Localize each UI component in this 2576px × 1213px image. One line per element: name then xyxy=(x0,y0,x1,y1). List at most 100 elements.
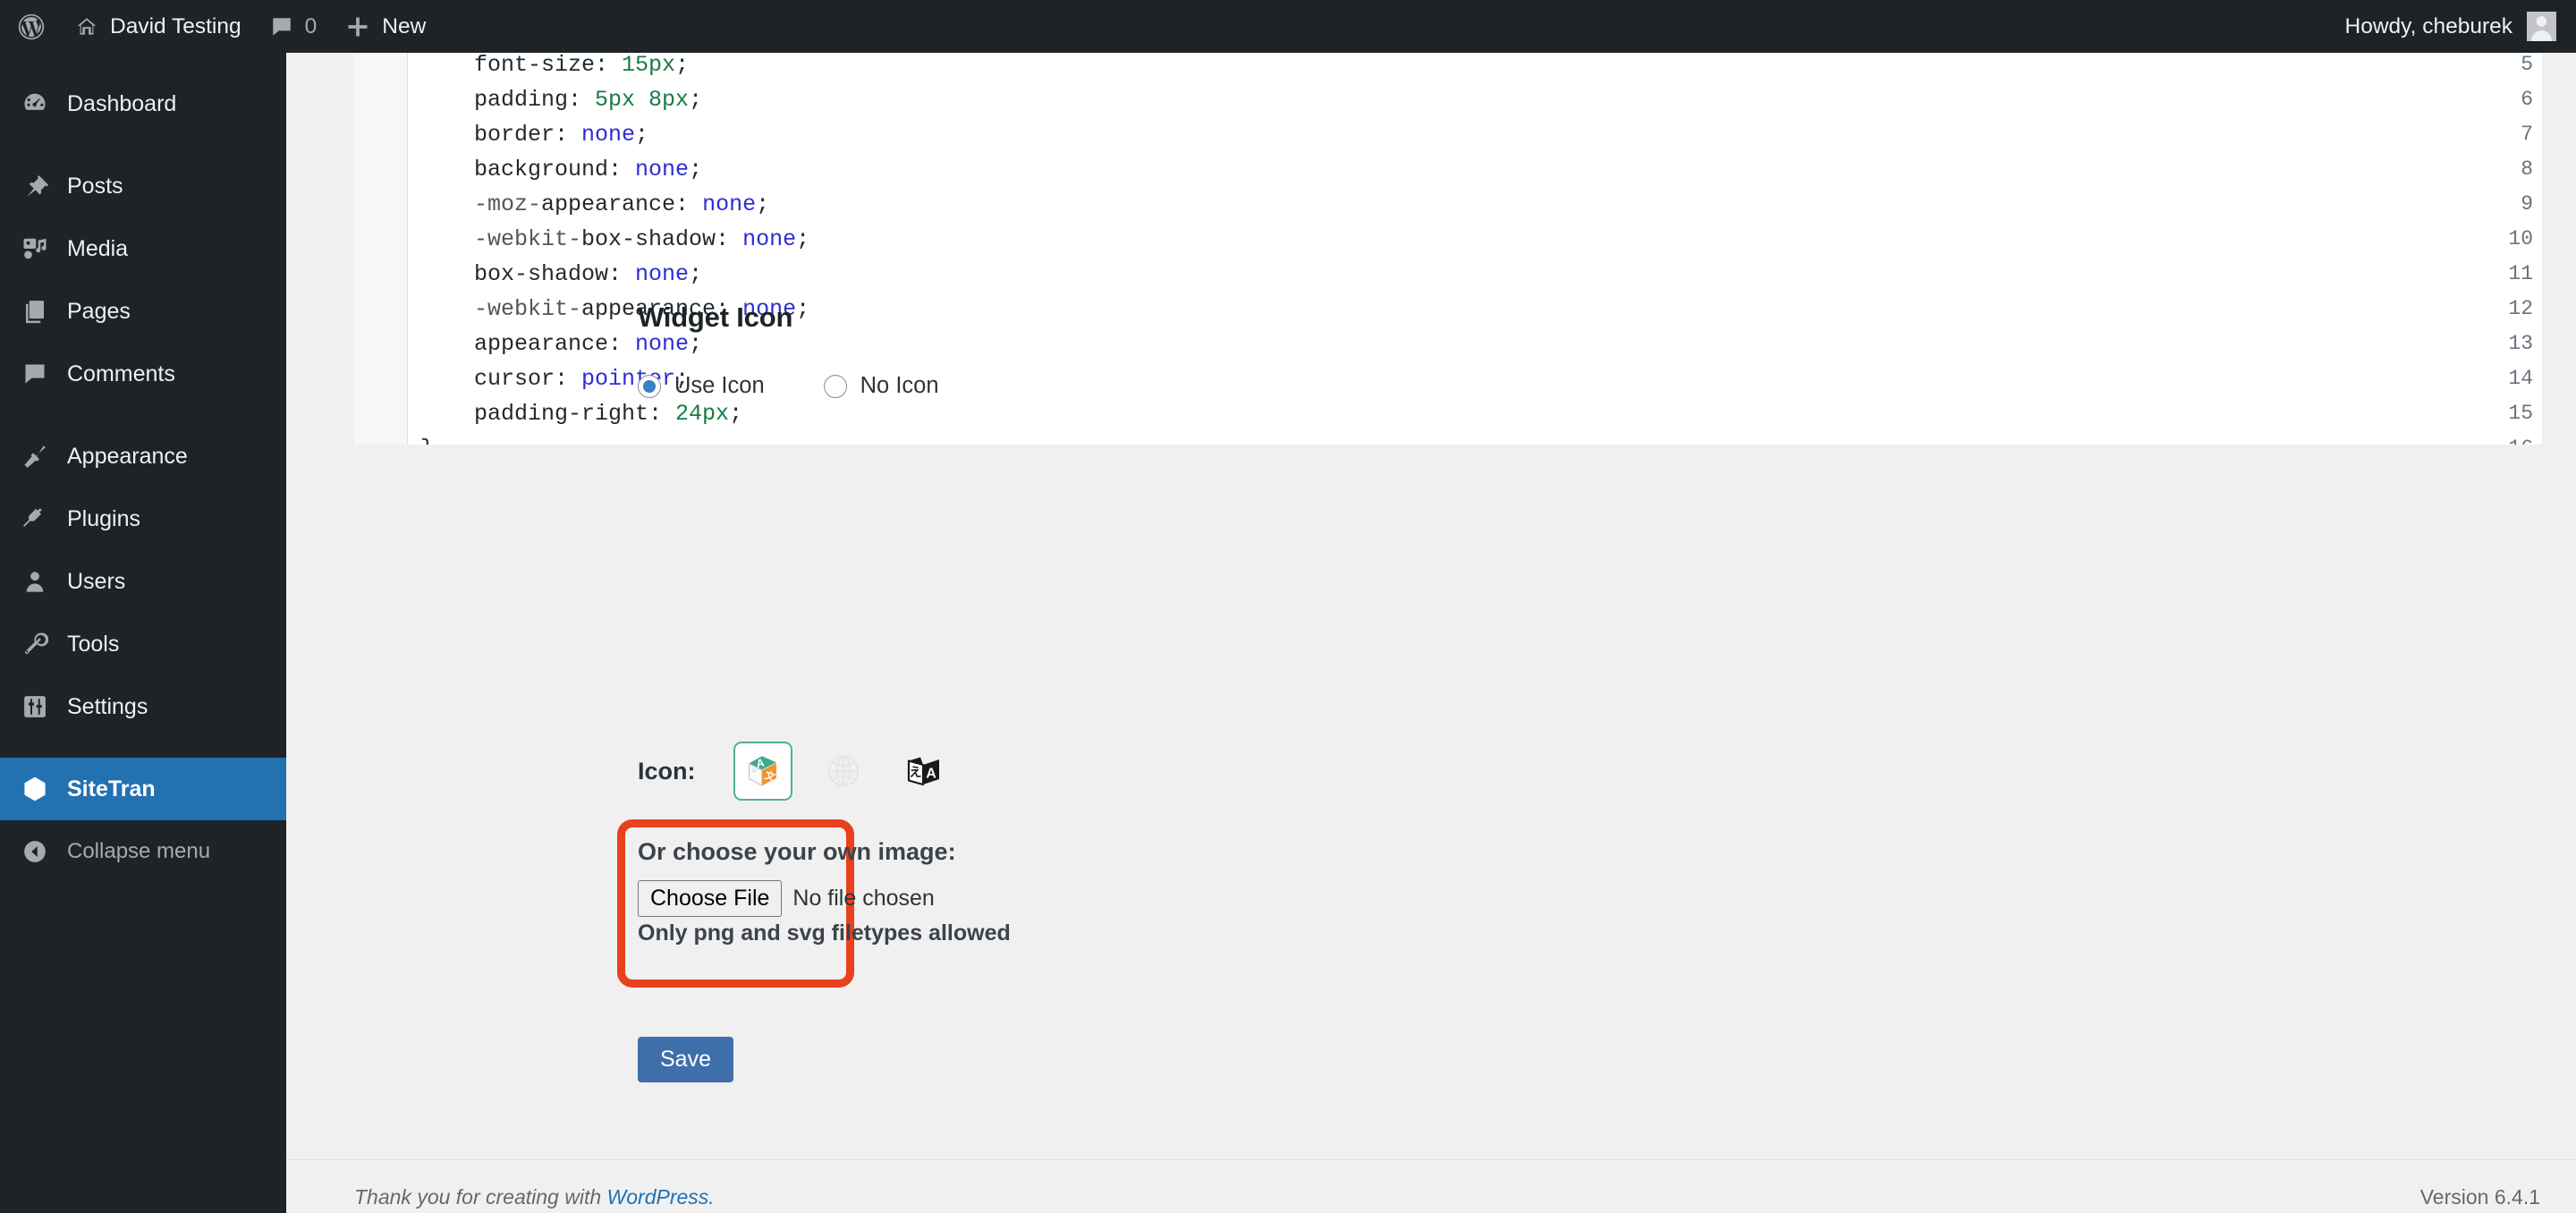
paintbrush-icon xyxy=(18,440,51,473)
new-label: New xyxy=(382,13,427,38)
editor-code-line: background: none; xyxy=(420,157,703,182)
site-name-menu[interactable]: David Testing xyxy=(61,0,256,53)
radio-no-icon[interactable]: No Icon xyxy=(823,373,939,399)
sidebar-item-plugins[interactable]: Plugins xyxy=(0,488,286,550)
sidebar-item-label: Settings xyxy=(67,693,148,719)
sidebar-item-tools[interactable]: Tools xyxy=(0,613,286,675)
icon-option-globe[interactable] xyxy=(814,742,873,801)
sidebar-item-users[interactable]: Users xyxy=(0,550,286,613)
collapse-arrow-left-icon xyxy=(18,836,51,869)
main-content: 5 6 7 8 9 10 11 12 13 14 15 16 font-size: 15px; pad… xyxy=(286,53,2576,1213)
user-icon xyxy=(18,565,51,598)
editor-code-line: -webkit-box-shadow: none; xyxy=(420,226,810,252)
sidebar-item-appearance[interactable]: Appearance xyxy=(0,425,286,488)
comments-count: 0 xyxy=(304,13,318,38)
editor-line-number: 10 xyxy=(2508,227,2533,250)
footer-thanks-suffix: . xyxy=(708,1185,715,1209)
sidebar-item-label: Media xyxy=(67,235,129,261)
translate-card-icon: え A xyxy=(907,757,939,786)
media-photo-music-icon xyxy=(18,233,51,266)
footer-version: Version 6.4.1 xyxy=(2419,1185,2540,1209)
sidebar-item-pages[interactable]: Pages xyxy=(0,280,286,343)
editor-code-line: -moz-appearance: none; xyxy=(420,191,770,217)
collapse-menu-label: Collapse menu xyxy=(67,839,211,863)
svg-text:A: A xyxy=(926,767,936,782)
account-menu[interactable]: Howdy, cheburek xyxy=(2345,0,2576,53)
howdy-label: Howdy, cheburek xyxy=(2344,13,2512,38)
plug-icon xyxy=(18,503,51,536)
icon-option-translate-cube[interactable]: A 文 xyxy=(733,742,792,801)
file-upload-row: Choose File No file chosen xyxy=(638,880,935,917)
admin-footer: Thank you for creating with WordPress. V… xyxy=(286,1159,2576,1213)
hexagon-icon xyxy=(18,773,51,806)
widget-icon-heading: Widget Icon xyxy=(638,301,793,333)
editor-line-number: 6 xyxy=(2521,88,2533,111)
editor-line-number: 8 xyxy=(2521,157,2533,181)
icon-option-translate-card[interactable]: え A xyxy=(894,742,953,801)
home-icon xyxy=(75,15,98,38)
widget-icon-radio-group: Use Icon No Icon xyxy=(638,373,939,399)
sidebar-item-sitetran[interactable]: SiteTran xyxy=(0,758,301,820)
radio-no-icon-label: No Icon xyxy=(860,373,939,398)
editor-code-line: border: none; xyxy=(420,122,649,148)
upload-section-title: Or choose your own image: xyxy=(638,838,956,865)
sidebar-item-media[interactable]: Media xyxy=(0,217,286,280)
plus-icon xyxy=(345,14,370,39)
footer-thanks-text: Thank you for creating with WordPress. xyxy=(354,1185,715,1209)
editor-line-number: 12 xyxy=(2508,297,2533,320)
sidebar-item-label: Comments xyxy=(67,361,175,386)
editor-line-number: 11 xyxy=(2508,262,2533,285)
sidebar-item-settings[interactable]: Settings xyxy=(0,675,286,738)
editor-line-number: 13 xyxy=(2508,332,2533,355)
sidebar-item-label: Plugins xyxy=(67,505,140,531)
radio-use-icon-label: Use Icon xyxy=(674,373,765,398)
editor-line-number: 15 xyxy=(2508,402,2533,425)
editor-code-line: box-shadow: none; xyxy=(420,261,703,287)
radio-use-icon[interactable]: Use Icon xyxy=(638,373,765,399)
filetypes-note: Only png and svg filetypes allowed xyxy=(638,920,1011,946)
sidebar-item-posts[interactable]: Posts xyxy=(0,155,286,217)
sidebar-item-comments[interactable]: Comments xyxy=(0,343,286,405)
avatar xyxy=(2527,12,2556,41)
editor-line-number: 5 xyxy=(2521,53,2533,76)
sidebar-item-label: Tools xyxy=(67,631,120,657)
editor-line-number: 7 xyxy=(2521,123,2533,146)
sliders-settings-icon xyxy=(18,691,51,724)
comment-bubble-icon xyxy=(18,358,51,391)
sidebar-item-label: Dashboard xyxy=(67,90,177,116)
comments-menu[interactable]: 0 xyxy=(256,0,332,53)
globe-icon xyxy=(827,755,859,787)
sidebar-item-label: Users xyxy=(67,568,126,594)
choose-file-button[interactable]: Choose File xyxy=(638,880,783,917)
editor-line-number: 9 xyxy=(2521,192,2533,216)
admin-sidebar-menu: Dashboard Posts Media Pages Comments App… xyxy=(0,53,301,1213)
sidebar-item-label: Pages xyxy=(67,298,131,324)
icon-chooser-row: Icon: A 文 え A xyxy=(638,742,953,801)
wordpress-link[interactable]: WordPress xyxy=(607,1185,709,1209)
sidebar-item-label: SiteTran xyxy=(67,776,156,802)
sidebar-item-label: Appearance xyxy=(67,443,188,469)
new-content-menu[interactable]: New xyxy=(331,0,440,53)
site-name-label: David Testing xyxy=(110,13,242,38)
editor-line-number-gutter xyxy=(354,53,408,445)
translate-cube-icon: A 文 xyxy=(748,756,777,787)
radio-no-icon-control[interactable] xyxy=(823,374,847,398)
collapse-menu-button[interactable]: Collapse menu xyxy=(0,820,286,883)
svg-text:え: え xyxy=(909,766,921,780)
wrench-icon xyxy=(18,628,51,661)
admin-bar: David Testing 0 New Howdy, cheburek xyxy=(0,0,2576,53)
editor-code-line: font-size: 15px; xyxy=(420,53,690,78)
sidebar-item-label: Posts xyxy=(67,173,123,199)
wordpress-logo-icon xyxy=(16,12,47,42)
no-file-chosen-label: No file chosen xyxy=(792,886,935,911)
icon-chooser-label: Icon: xyxy=(638,757,696,785)
wordpress-logo-button[interactable] xyxy=(0,0,61,53)
radio-use-icon-control[interactable] xyxy=(638,374,661,398)
save-button[interactable]: Save xyxy=(638,1037,733,1082)
editor-code-line: } xyxy=(420,431,809,445)
sidebar-item-dashboard[interactable]: Dashboard xyxy=(0,72,286,135)
editor-code-line: padding-right: 24px; xyxy=(420,401,743,427)
pages-stack-icon xyxy=(18,295,51,328)
footer-thanks-prefix: Thank you for creating with xyxy=(354,1185,607,1209)
editor-code-line: padding: 5px 8px; xyxy=(420,87,703,113)
